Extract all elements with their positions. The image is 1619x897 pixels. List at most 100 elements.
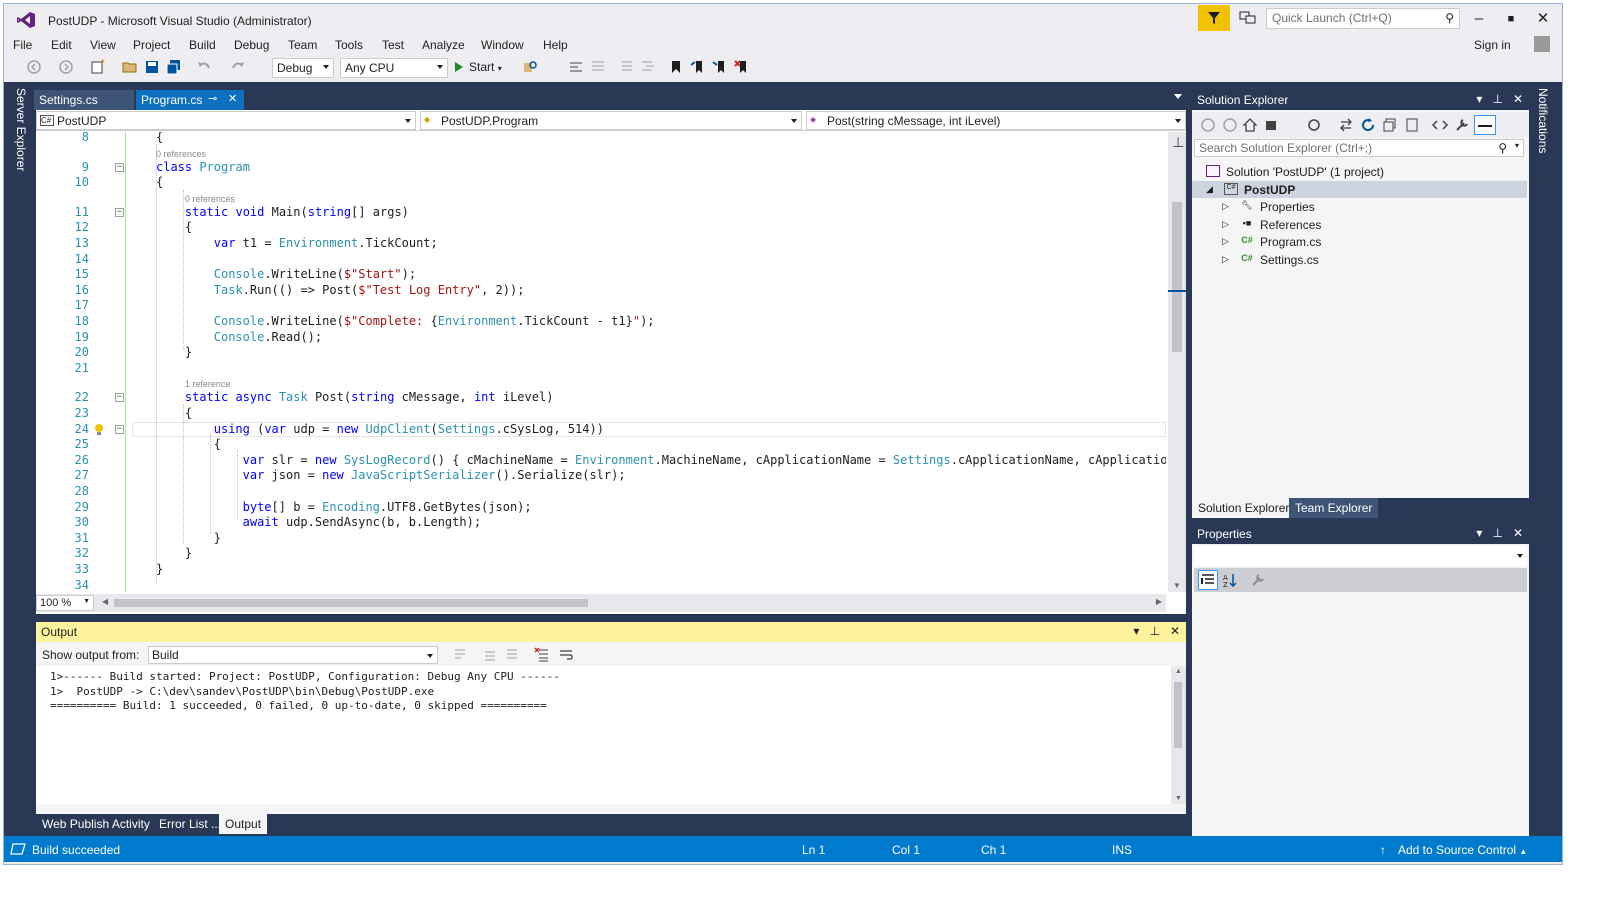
next-bookmark-icon[interactable] <box>712 59 728 75</box>
menu-build[interactable]: Build <box>189 38 216 52</box>
minimize-button[interactable]: – <box>1464 8 1494 30</box>
tab-error-list[interactable]: Error List ... <box>153 814 227 834</box>
menu-project[interactable]: Project <box>133 38 170 52</box>
quick-launch-input[interactable]: Quick Launch (Ctrl+Q) ⚲ <box>1266 8 1460 29</box>
menu-debug[interactable]: Debug <box>234 38 269 52</box>
horizontal-scrollbar-thumb[interactable] <box>114 599 588 607</box>
tab-output[interactable]: Output <box>219 814 268 834</box>
project-dropdown[interactable]: C# PostUDP <box>36 111 416 130</box>
split-icon[interactable]: ⊥ <box>1172 134 1184 151</box>
zoom-select[interactable]: 100 % ▼ <box>36 595 94 611</box>
property-pages-wrench-icon[interactable] <box>1250 572 1266 588</box>
refresh-icon[interactable] <box>1360 117 1376 133</box>
indent-icon[interactable] <box>640 59 656 75</box>
scrollbar-thumb[interactable] <box>1174 682 1182 748</box>
solution-explorer-search-input[interactable]: Search Solution Explorer (Ctrl+;) ⚲ ▾ <box>1194 139 1524 157</box>
add-to-source-control-button[interactable]: Add to Source Control ▲ <box>1398 843 1527 857</box>
menu-tools[interactable]: Tools <box>335 38 363 52</box>
scroll-up-icon[interactable]: ▲ <box>1175 668 1182 675</box>
feedback-icon[interactable] <box>1239 10 1257 26</box>
menu-view[interactable]: View <box>90 38 116 52</box>
preview-selected-items-button[interactable] <box>1474 115 1496 135</box>
menu-analyze[interactable]: Analyze <box>422 38 465 52</box>
redo-icon[interactable] <box>230 59 246 75</box>
properties-object-select[interactable] <box>1194 546 1527 566</box>
view-code-icon[interactable] <box>1432 117 1448 133</box>
pin-icon[interactable]: ⊥ <box>1492 526 1502 540</box>
menu-window[interactable]: Window <box>481 38 524 52</box>
panel-menu-icon[interactable]: ▾ <box>1476 526 1482 540</box>
open-file-icon[interactable] <box>122 59 138 75</box>
tab-program-cs[interactable]: Program.cs ⊸ ✕ <box>136 90 244 110</box>
member-dropdown[interactable]: ◈ Post(string cMessage, int iLevel) <box>806 111 1186 130</box>
tree-item-project[interactable]: ◢ C# PostUDP <box>1192 181 1527 198</box>
toggle-word-wrap-icon[interactable] <box>558 647 574 663</box>
tree-item-program-cs[interactable]: ▷ C# Program.cs <box>1192 233 1527 250</box>
menu-file[interactable]: File <box>13 38 32 52</box>
find-in-files-icon[interactable] <box>522 59 538 75</box>
bookmark-icon[interactable] <box>668 59 684 75</box>
clear-bookmarks-icon[interactable] <box>734 59 750 75</box>
close-icon[interactable]: ✕ <box>1170 624 1180 638</box>
back-icon[interactable] <box>1200 117 1216 133</box>
new-project-icon[interactable] <box>90 59 106 75</box>
sync-icon[interactable] <box>1338 117 1354 133</box>
scroll-down-icon[interactable]: ▼ <box>1173 581 1181 590</box>
panel-menu-icon[interactable]: ▾ <box>1133 624 1139 638</box>
tree-item-references[interactable]: ▷ ▪■ References <box>1192 216 1527 233</box>
clear-all-icon[interactable] <box>534 647 550 663</box>
code-editor[interactable]: C# PostUDP ◆ PostUDP.Program ◈ Post(stri… <box>36 110 1186 614</box>
codelens-references[interactable]: 0 references <box>185 194 235 204</box>
collapsed-arrow-icon[interactable]: ▷ <box>1222 254 1229 265</box>
pin-icon[interactable]: ⊥ <box>1149 624 1159 638</box>
close-button[interactable]: ✕ <box>1528 8 1558 30</box>
tree-item-settings-cs[interactable]: ▷ C# Settings.cs <box>1192 251 1527 268</box>
scrollbar-thumb[interactable] <box>1172 202 1182 352</box>
type-dropdown[interactable]: ◆ PostUDP.Program <box>420 111 802 130</box>
step-over-icon[interactable] <box>568 59 584 75</box>
switch-views-icon[interactable] <box>1264 117 1280 133</box>
output-text-area[interactable]: 1>------ Build started: Project: PostUDP… <box>36 666 1171 804</box>
home-icon[interactable] <box>1242 117 1258 133</box>
next-message-icon[interactable] <box>504 647 520 663</box>
pin-icon[interactable]: ⊸ <box>208 92 217 105</box>
navigate-forward-icon[interactable] <box>58 59 74 75</box>
collapse-icon[interactable]: − <box>115 393 124 403</box>
start-debugging-button[interactable]: Start ▾ <box>455 60 502 74</box>
menu-edit[interactable]: Edit <box>51 38 72 52</box>
show-all-files-icon[interactable] <box>1404 117 1420 133</box>
panel-menu-icon[interactable]: ▾ <box>1476 92 1482 106</box>
outdent-icon[interactable] <box>618 59 634 75</box>
find-message-icon[interactable] <box>452 647 468 663</box>
notifications-tab[interactable]: Notifications <box>1534 88 1550 168</box>
code-text-area[interactable]: 8{0 references 9− class Program 10{0 refere… <box>36 132 1166 592</box>
collapsed-arrow-icon[interactable]: ▷ <box>1222 201 1229 212</box>
output-source-select[interactable]: Build <box>148 646 438 664</box>
maximize-button[interactable]: ■ <box>1496 8 1526 30</box>
save-all-icon[interactable] <box>166 59 182 75</box>
pin-icon[interactable]: ⊥ <box>1492 92 1502 106</box>
configuration-select[interactable]: Debug <box>272 58 334 78</box>
editor-horizontal-scrollbar[interactable]: 100 % ▼ ◀ ▶ <box>36 594 1166 612</box>
tab-team-explorer[interactable]: Team Explorer <box>1289 498 1379 518</box>
collapsed-arrow-icon[interactable]: ▷ <box>1222 236 1229 247</box>
sign-in-link[interactable]: Sign in <box>1474 38 1511 52</box>
scroll-down-icon[interactable]: ▼ <box>1175 795 1182 802</box>
pending-changes-filter-icon[interactable] <box>1306 117 1322 133</box>
tab-web-publish-activity[interactable]: Web Publish Activity <box>36 814 156 834</box>
output-vertical-scrollbar[interactable]: ▲ ▼ <box>1171 666 1186 804</box>
save-icon[interactable] <box>144 59 160 75</box>
tab-settings-cs[interactable]: Settings.cs <box>34 90 134 110</box>
chevron-down-icon[interactable] <box>1174 94 1182 99</box>
codelens-references[interactable]: 0 references <box>156 149 206 159</box>
undo-icon[interactable] <box>196 59 212 75</box>
close-icon[interactable]: ✕ <box>1513 92 1523 106</box>
alphabetical-icon[interactable]: AZ <box>1222 572 1238 588</box>
close-icon[interactable]: ✕ <box>228 92 237 105</box>
collapse-icon[interactable]: − <box>115 207 124 217</box>
collapse-all-icon[interactable] <box>1382 117 1398 133</box>
menu-test[interactable]: Test <box>382 38 404 52</box>
chevron-down-icon[interactable]: ▾ <box>1515 141 1519 150</box>
tree-item-solution[interactable]: Solution 'PostUDP' (1 project) <box>1192 163 1527 180</box>
editor-vertical-scrollbar[interactable]: ⊥ ▼ <box>1168 132 1186 592</box>
